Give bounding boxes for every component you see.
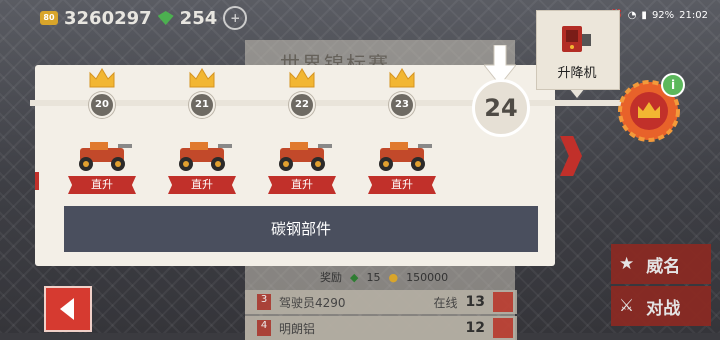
coin-icon: 80 [40, 11, 58, 25]
gem-icon: ◆ [350, 270, 359, 284]
prestige-button[interactable]: ★ 威名 [611, 244, 711, 284]
crown-icon [89, 68, 115, 88]
player-score: 12 [465, 320, 485, 336]
reward-item[interactable]: 直升 [168, 138, 238, 194]
player-name: 驾驶员4290 [279, 295, 346, 310]
lift-icon [562, 26, 591, 52]
coin-icon: ● [388, 270, 399, 284]
reward-label: 直升 [368, 176, 436, 194]
clock: 21:02 [679, 10, 708, 21]
crown-icon [189, 68, 215, 88]
reward-item[interactable]: 直升 [368, 138, 438, 194]
scroll-left-indicator[interactable] [35, 172, 39, 190]
star-icon: ★ [619, 254, 635, 274]
gem-icon [157, 11, 174, 25]
leaderboard-row: 3 驾驶员4290 在线 13 [245, 290, 517, 314]
swords-icon: ⚔ [619, 296, 635, 316]
crown-icon [389, 68, 415, 88]
reward-label: 奖励 [320, 271, 342, 284]
reward-label: 直升 [68, 176, 136, 194]
player-score: 13 [465, 294, 485, 310]
coin-count: 3260297 [64, 7, 152, 29]
battle-label: 对战 [646, 298, 681, 319]
reward-gems: 15 [366, 270, 381, 284]
player-status: 在线 [433, 295, 458, 310]
car-icon [179, 142, 232, 171]
track-node: 23 [389, 92, 415, 118]
reward-label: 直升 [168, 176, 236, 194]
car-icon [379, 142, 432, 171]
back-button[interactable] [44, 286, 92, 332]
reward-item[interactable]: 直升 [268, 138, 338, 194]
rank-badge: 4 [257, 320, 271, 336]
current-level-node: 24 [472, 79, 530, 137]
track-node: 22 [289, 92, 315, 118]
signal-icon: ▮ [641, 10, 647, 21]
back-arrow-icon [60, 298, 74, 320]
add-currency-button[interactable]: + [223, 6, 248, 30]
reward-label: 直升 [268, 176, 336, 194]
leaderboard-reward: 奖励 ◆ 15 ● 150000 [320, 269, 448, 285]
lift-label: 升降机 [557, 66, 597, 81]
challenge-button[interactable] [493, 318, 513, 338]
track-node: 20 [89, 92, 115, 118]
currency-hud: 80 3260297 254 + [40, 6, 248, 30]
track-node: 21 [189, 92, 215, 118]
reward-description-bar: 碳钢部件 [64, 206, 538, 252]
battery-level: 92% [651, 10, 675, 21]
gem-count: 254 [179, 7, 218, 29]
challenge-button[interactable] [493, 292, 513, 312]
progress-track [30, 100, 630, 106]
prestige-label: 威名 [646, 256, 681, 277]
car-icon [279, 142, 332, 171]
reward-coins: 150000 [406, 270, 449, 284]
leaderboard-row: 4 明朗铝 12 [245, 316, 517, 340]
reward-item[interactable]: 直升 [68, 138, 138, 194]
rank-badge: 3 [257, 294, 271, 310]
battle-button[interactable]: ⚔ 对战 [611, 286, 711, 326]
info-button[interactable]: i [661, 73, 685, 97]
wifi-icon: ◔ [627, 10, 637, 21]
player-name: 明朗铝 [279, 321, 316, 336]
car-icon [79, 142, 132, 171]
crown-icon [289, 68, 315, 88]
